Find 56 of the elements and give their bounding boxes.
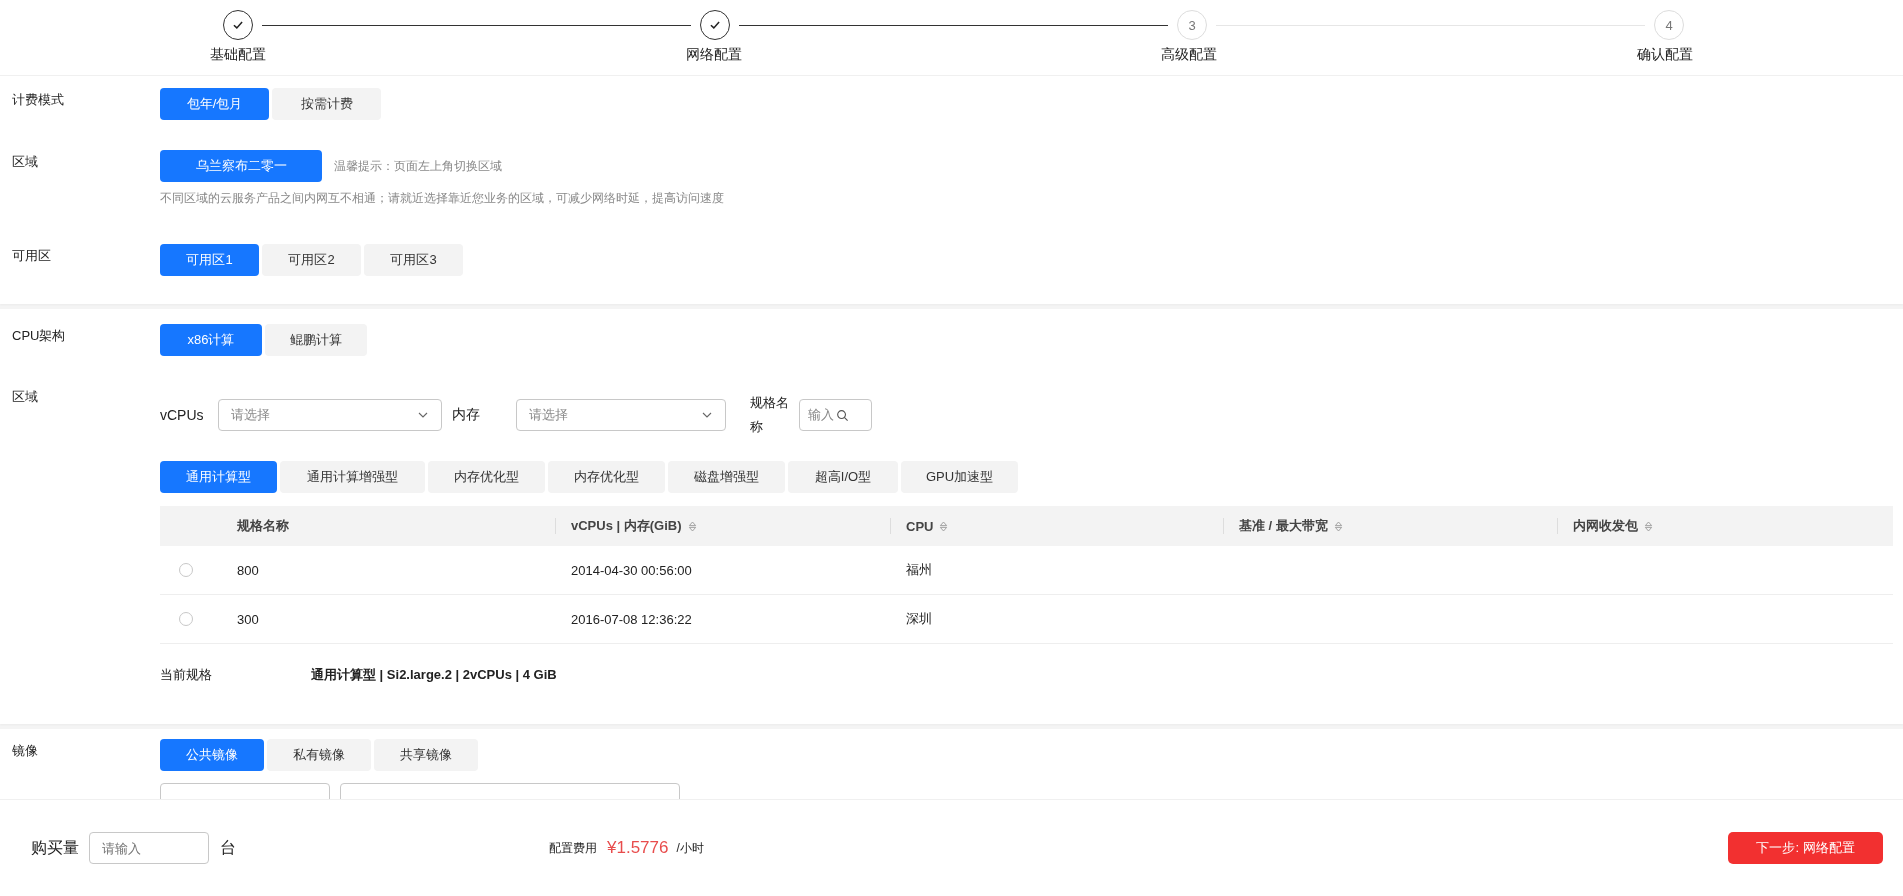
- hint-text: 温馨提示：页面左上角切换区域: [334, 157, 502, 175]
- filter-label: 规格名称: [749, 394, 790, 436]
- type-tab[interactable]: 内存优化型: [428, 461, 545, 493]
- column-header: 内网收发包: [1573, 517, 1638, 535]
- table-cell: 福州: [906, 561, 932, 579]
- option-button[interactable]: x86计算: [160, 324, 262, 356]
- option-button[interactable]: 按需计费: [272, 88, 381, 120]
- quantity-field[interactable]: 请输入: [89, 832, 209, 864]
- table-cell: 深圳: [906, 610, 932, 628]
- column-header: vCPUs | 内存(GiB): [571, 517, 682, 535]
- option-button[interactable]: 可用区2: [262, 244, 361, 276]
- fee-label: 配置费用: [549, 839, 597, 857]
- option-button[interactable]: 鲲鹏计算: [265, 324, 367, 356]
- quantity-label: 购买量: [31, 837, 79, 858]
- field-label: 计费模式: [11, 91, 65, 109]
- next-step-button[interactable]: 下一步: 网络配置: [1728, 832, 1883, 864]
- filter-label: 内存: [451, 406, 480, 424]
- column-header: 基准 / 最大带宽: [1239, 517, 1328, 535]
- option-button[interactable]: 共享镜像: [374, 739, 478, 771]
- field-label: 可用区: [11, 247, 52, 265]
- table-cell: 300: [237, 611, 259, 627]
- step-label: 确认配置: [1637, 46, 1694, 64]
- price-text: ¥1.5776: [607, 838, 669, 858]
- table-cell: 2014-04-30 00:56:00: [571, 562, 692, 578]
- column-header: CPU: [906, 518, 934, 534]
- type-tab[interactable]: 通用计算型: [160, 461, 277, 493]
- table-cell: 2016-07-08 12:36:22: [571, 611, 692, 627]
- region-button[interactable]: 乌兰察布二零一: [160, 150, 322, 182]
- type-tab[interactable]: 内存优化型: [548, 461, 665, 493]
- note-text: 不同区域的云服务产品之间内网互不相通；请就近选择靠近您业务的区域，可减少网络时延，提高访问速度: [160, 190, 724, 207]
- option-button[interactable]: 公共镜像: [160, 739, 264, 771]
- current-spec-text: 通用计算型 | Si2.large.2 | 2vCPUs | 4 GiB: [311, 666, 557, 684]
- type-tab[interactable]: 磁盘增强型: [668, 461, 785, 493]
- option-button[interactable]: 可用区3: [364, 244, 463, 276]
- filter-label: vCPUs: [160, 407, 204, 423]
- field-label: 区域: [11, 153, 39, 171]
- field-label: 区域: [11, 388, 39, 406]
- option-button[interactable]: 私有镜像: [267, 739, 371, 771]
- field-label: 当前规格: [160, 666, 213, 684]
- option-button[interactable]: 可用区1: [160, 244, 259, 276]
- type-tab[interactable]: 超高I/O型: [788, 461, 898, 493]
- column-header: 规格名称: [237, 517, 289, 535]
- field-label: CPU架构: [11, 327, 67, 345]
- search-field[interactable]: 输入: [798, 399, 872, 431]
- step-label: 基础配置: [209, 46, 266, 64]
- type-tab[interactable]: GPU加速型: [901, 461, 1018, 493]
- select-field[interactable]: 请选择: [217, 399, 442, 431]
- table-cell: 800: [237, 562, 259, 578]
- select-field[interactable]: 请选择: [515, 399, 726, 431]
- price-unit: /小时: [676, 839, 704, 857]
- type-tab[interactable]: 通用计算增强型: [280, 461, 425, 493]
- step-label: 高级配置: [1161, 46, 1218, 64]
- step-label: 网络配置: [685, 46, 742, 64]
- unit-label: 台: [220, 837, 236, 858]
- option-button[interactable]: 包年/包月: [160, 88, 269, 120]
- field-label: 镜像: [11, 742, 39, 760]
